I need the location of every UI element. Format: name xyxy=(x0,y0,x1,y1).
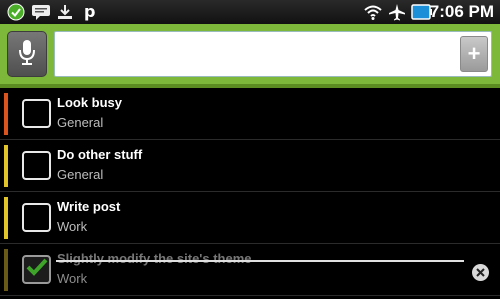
priority-indicator xyxy=(4,93,8,135)
checkmark-icon xyxy=(25,256,49,283)
microphone-icon xyxy=(17,38,37,71)
task-checkbox[interactable] xyxy=(22,203,51,232)
close-icon xyxy=(476,264,485,282)
priority-indicator xyxy=(4,197,8,239)
task-title: Look busy xyxy=(57,95,123,110)
new-task-input[interactable] xyxy=(54,31,492,77)
priority-indicator xyxy=(4,249,8,291)
strikethrough-line xyxy=(56,260,464,262)
task-category: Work xyxy=(57,271,88,286)
task-category: General xyxy=(57,167,104,182)
delete-task-button[interactable] xyxy=(472,264,489,281)
task-title: Slightly modify the site's theme xyxy=(57,251,252,266)
priority-indicator xyxy=(4,145,8,187)
task-list: Look busy General Do other stuff General… xyxy=(0,88,500,296)
task-entry-bar: + xyxy=(0,24,500,88)
status-bar: p 7:06 PM xyxy=(0,0,500,24)
svg-text:p: p xyxy=(84,3,95,21)
task-checkbox[interactable] xyxy=(22,151,51,180)
clock: 7:06 PM xyxy=(429,2,494,21)
task-category: Work xyxy=(57,219,88,234)
add-task-button[interactable]: + xyxy=(460,36,488,72)
task-category: General xyxy=(57,115,104,130)
task-row-completed[interactable]: Slightly modify the site's theme Work xyxy=(0,244,500,296)
chat-icon xyxy=(30,2,52,22)
usb-download-icon xyxy=(55,2,75,22)
check-circle-icon xyxy=(6,2,26,22)
task-title: Write post xyxy=(57,199,121,214)
wifi-icon xyxy=(362,2,384,22)
task-checkbox-checked[interactable] xyxy=(22,255,51,284)
task-title: Do other stuff xyxy=(57,147,143,162)
voice-input-button[interactable] xyxy=(7,31,47,77)
task-checkbox[interactable] xyxy=(22,99,51,128)
p-app-icon: p xyxy=(80,2,100,22)
task-row[interactable]: Do other stuff General xyxy=(0,140,500,192)
task-row[interactable]: Write post Work xyxy=(0,192,500,244)
airplane-icon xyxy=(387,2,407,22)
task-row[interactable]: Look busy General xyxy=(0,88,500,140)
